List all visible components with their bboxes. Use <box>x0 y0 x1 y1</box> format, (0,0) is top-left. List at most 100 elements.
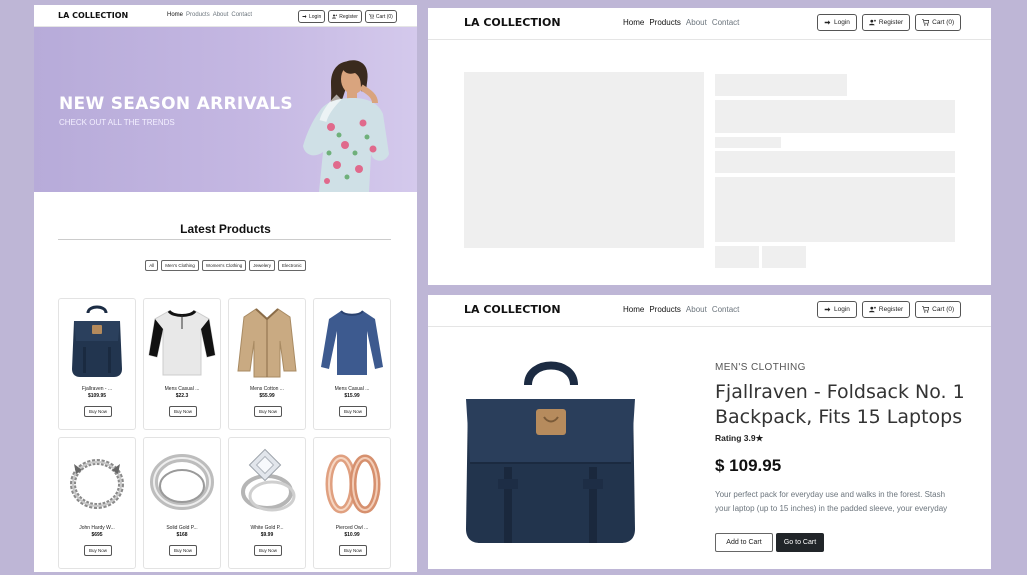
latest-products-heading: Latest Products <box>180 222 271 236</box>
nav-link-products[interactable]: Products <box>186 12 210 18</box>
home-page-screenshot: LA COLLECTION Home Products About Contac… <box>34 5 417 572</box>
cart-label: Cart (0) <box>932 306 955 313</box>
product-price: $10.99 <box>344 532 360 538</box>
skeleton-rating <box>715 137 781 148</box>
product-price: $15.99 <box>344 393 360 399</box>
nav-buttons: Login Register Cart (0) <box>298 10 400 23</box>
buy-now-button[interactable]: Buy Now <box>254 406 282 417</box>
register-button[interactable]: Register <box>861 14 911 31</box>
nav-link-about[interactable]: About <box>686 18 707 27</box>
buy-now-button[interactable]: Buy Now <box>254 545 282 556</box>
nav-links: Home Products About Contact <box>623 18 744 27</box>
brand-logo[interactable]: LA COLLECTION <box>464 303 561 316</box>
skeleton-description <box>715 177 955 242</box>
filter-jewelery-button[interactable]: Jewelery <box>249 260 275 271</box>
backpack-product-image <box>466 361 635 543</box>
product-card[interactable]: Fjallraven - ... $109.95 Buy Now <box>58 298 136 430</box>
buy-now-button[interactable]: Buy Now <box>339 406 367 417</box>
nav-link-products[interactable]: Products <box>649 18 681 27</box>
nav-buttons: Login Register Cart (0) <box>817 301 966 318</box>
product-title: Solid Gold P... <box>166 525 198 531</box>
buy-now-button[interactable]: Buy Now <box>339 545 367 556</box>
product-page-screenshot: LA COLLECTION Home Products About Contac… <box>428 295 991 569</box>
nav-link-home[interactable]: Home <box>623 18 644 27</box>
register-label: Register <box>878 306 904 313</box>
cart-button[interactable]: Cart (0) <box>915 301 962 318</box>
product-title: Fjallraven - ... <box>81 386 113 392</box>
slim-fit-shirt-image <box>321 310 383 375</box>
product-rating: Rating 3.9★ <box>715 433 764 443</box>
navbar: LA COLLECTION Home Products About Contac… <box>428 8 991 40</box>
user-plus-icon <box>868 306 876 313</box>
nav-link-home[interactable]: Home <box>167 12 183 18</box>
cart-button[interactable]: Cart (0) <box>915 14 962 31</box>
hero-title: NEW SEASON ARRIVALS <box>59 94 293 114</box>
register-label: Register <box>878 19 904 26</box>
product-card[interactable]: White Gold P... $9.99 Buy Now <box>228 437 306 569</box>
hero-model-image <box>303 60 389 192</box>
brand-logo[interactable]: LA COLLECTION <box>464 16 561 29</box>
filter-electronic-button[interactable]: Electronic <box>277 260 306 271</box>
rose-gold-earrings-image <box>325 454 381 514</box>
cart-icon <box>922 306 930 313</box>
login-label: Login <box>834 306 850 313</box>
brand-logo[interactable]: LA COLLECTION <box>58 11 128 20</box>
buy-now-button[interactable]: Buy Now <box>169 406 197 417</box>
filter-womens-button[interactable]: Women's Clothing <box>201 260 247 271</box>
product-price: $55.99 <box>259 393 275 399</box>
nav-link-home[interactable]: Home <box>623 305 644 314</box>
user-plus-icon <box>332 14 338 19</box>
add-to-cart-button[interactable]: Add to Cart <box>715 533 773 552</box>
princess-ring-image <box>241 448 296 512</box>
filter-mens-button[interactable]: Men's Clothing <box>161 260 199 271</box>
product-card[interactable]: Solid Gold P... $168 Buy Now <box>143 437 221 569</box>
nav-links: Home Products About Contact <box>167 12 255 18</box>
login-label: Login <box>834 19 850 26</box>
cart-label: Cart (0) <box>932 19 955 26</box>
register-label: Register <box>339 13 358 20</box>
nav-link-products[interactable]: Products <box>649 305 681 314</box>
product-description: Your perfect pack for everyday use and w… <box>715 490 948 513</box>
product-price: $168 <box>176 532 188 538</box>
nav-link-contact[interactable]: Contact <box>712 305 740 314</box>
product-card[interactable]: Mens Cotton ... $55.99 Buy Now <box>228 298 306 430</box>
hero-banner: NEW SEASON ARRIVALS CHECK OUT ALL THE TR… <box>34 27 417 192</box>
buy-now-button[interactable]: Buy Now <box>84 406 112 417</box>
login-button[interactable]: Login <box>817 301 857 318</box>
buy-now-button[interactable]: Buy Now <box>84 545 112 556</box>
skeleton-image <box>464 72 704 248</box>
login-button[interactable]: Login <box>817 14 857 31</box>
sign-in-icon <box>302 15 307 18</box>
heading-divider <box>58 239 391 240</box>
login-button[interactable]: Login <box>298 10 326 23</box>
product-card[interactable]: Mens Casual ... $22.3 Buy Now <box>143 298 221 430</box>
nav-link-contact[interactable]: Contact <box>231 12 252 18</box>
category-filters: All Men's Clothing Women's Clothing Jewe… <box>34 260 417 271</box>
product-price: $109.95 <box>87 393 107 399</box>
product-title: Mens Casual ... <box>334 386 370 392</box>
cart-button[interactable]: Cart (0) <box>364 10 397 23</box>
product-card[interactable]: Pierced Owl ... $10.99 Buy Now <box>313 437 391 569</box>
skeleton-price <box>715 151 955 173</box>
cart-icon <box>368 14 374 19</box>
skeleton-title <box>715 100 955 133</box>
product-card[interactable]: John Hardy W... $695 Buy Now <box>58 437 136 569</box>
register-button[interactable]: Register <box>328 10 362 23</box>
login-label: Login <box>309 13 322 20</box>
sign-in-icon <box>824 20 831 25</box>
register-button[interactable]: Register <box>861 301 911 318</box>
nav-link-contact[interactable]: Contact <box>712 18 740 27</box>
product-title: Mens Cotton ... <box>250 386 284 392</box>
navbar: LA COLLECTION Home Products About Contac… <box>428 295 991 327</box>
product-card[interactable]: Mens Casual ... $15.99 Buy Now <box>313 298 391 430</box>
gold-ring-image <box>150 454 214 510</box>
buy-now-button[interactable]: Buy Now <box>169 545 197 556</box>
skeleton-category <box>715 74 847 96</box>
nav-link-about[interactable]: About <box>213 12 229 18</box>
nav-link-about[interactable]: About <box>686 305 707 314</box>
nav-links: Home Products About Contact <box>623 305 744 314</box>
product-title: Mens Casual ... <box>164 386 200 392</box>
go-to-cart-button[interactable]: Go to Cart <box>776 533 824 552</box>
filter-all-button[interactable]: All <box>145 260 159 271</box>
navbar: LA COLLECTION Home Products About Contac… <box>34 5 417 27</box>
